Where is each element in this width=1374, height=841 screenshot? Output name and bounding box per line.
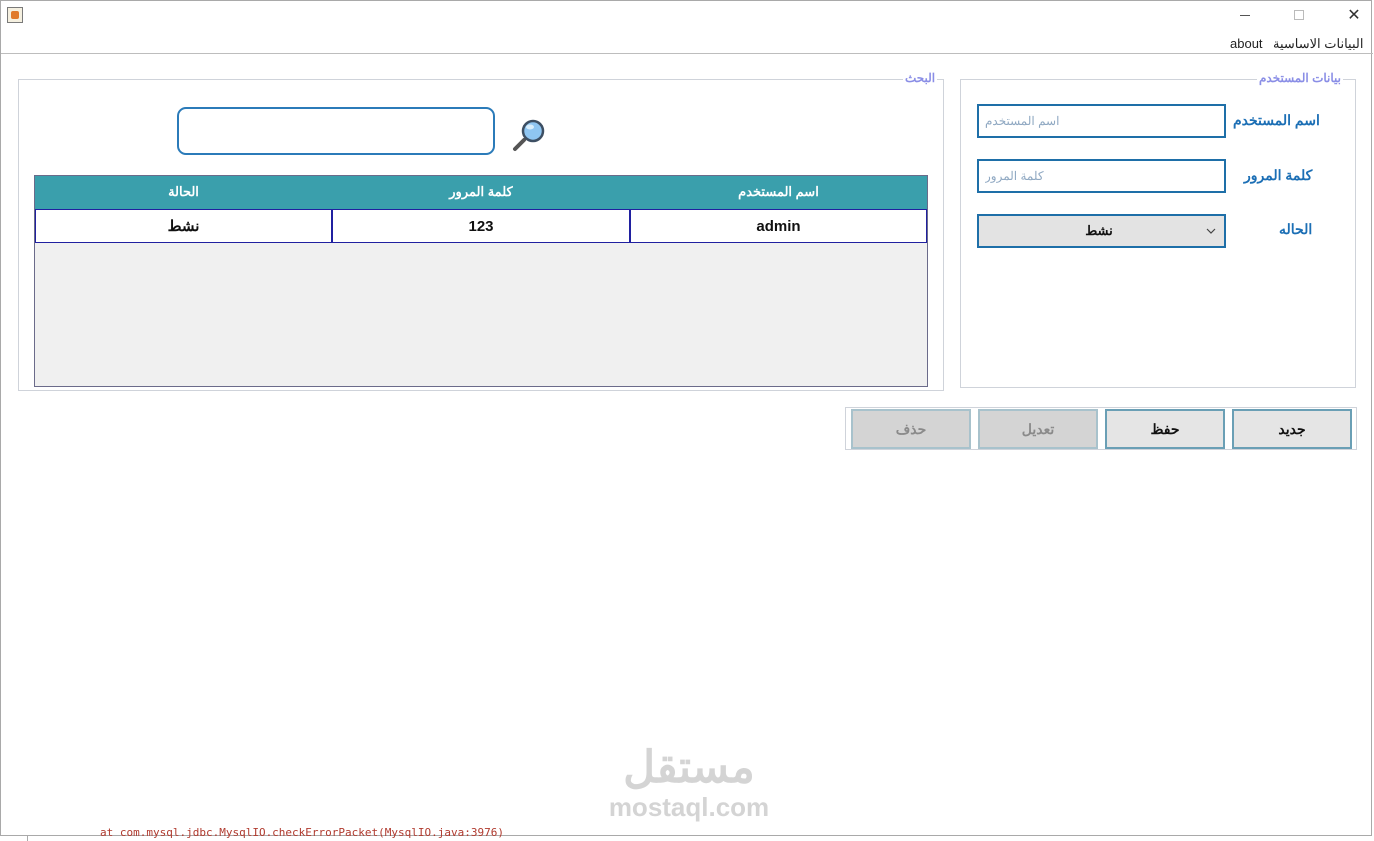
table-row[interactable]: admin 123 نشط	[35, 209, 927, 243]
search-input[interactable]	[177, 107, 495, 155]
column-header-username[interactable]: اسم المستخدم	[630, 176, 927, 209]
search-panel-title: البحث	[903, 71, 938, 85]
watermark-arabic: مستقل	[623, 743, 755, 792]
users-table[interactable]: اسم المستخدم كلمة المرور الحالة admin 12…	[34, 175, 928, 387]
edit-button[interactable]: تعديل	[978, 409, 1098, 449]
search-panel: البحث اسم المستخدم كلمة المرور الحالة ad…	[18, 71, 944, 391]
table-header: اسم المستخدم كلمة المرور الحالة	[35, 176, 927, 209]
cell-username[interactable]: admin	[630, 209, 927, 243]
console-output-line: at com.mysql.jdbc.MysqlIO.checkErrorPack…	[100, 826, 504, 839]
menu-bar: about البيانات الاساسية	[1, 33, 1373, 54]
menu-about[interactable]: about	[1230, 36, 1263, 51]
search-icon[interactable]	[512, 118, 546, 152]
save-button[interactable]: حفظ	[1105, 409, 1225, 449]
user-panel-title: بيانات المستخدم	[1257, 71, 1343, 85]
action-buttons-bar: جديد حفظ تعديل حذف	[845, 407, 1357, 450]
maximize-button[interactable]	[1291, 7, 1307, 23]
java-app-icon	[7, 7, 23, 23]
status-select[interactable]: نشط	[977, 214, 1226, 248]
password-field[interactable]	[977, 159, 1226, 193]
mostaql-watermark: مستقل mostaql.com	[604, 743, 774, 828]
column-header-status[interactable]: الحالة	[35, 176, 332, 209]
app-window: ✕ about البيانات الاساسية البحث اسم المس…	[0, 0, 1373, 836]
close-icon[interactable]: ✕	[1346, 7, 1362, 23]
username-field[interactable]	[977, 104, 1226, 138]
new-button[interactable]: جديد	[1232, 409, 1352, 449]
title-bar: ✕	[1, 1, 1373, 31]
column-header-password[interactable]: كلمة المرور	[332, 176, 630, 209]
menu-basic-data[interactable]: البيانات الاساسية	[1273, 36, 1363, 52]
background-divider	[27, 836, 28, 841]
chevron-down-icon	[1206, 228, 1216, 234]
user-data-panel: بيانات المستخدم اسم المستخدم كلمة المرور…	[960, 71, 1356, 388]
cell-password[interactable]: 123	[332, 209, 630, 243]
cell-status[interactable]: نشط	[35, 209, 332, 243]
username-label: اسم المستخدم	[1233, 112, 1320, 128]
status-label: الحاله	[1279, 221, 1313, 237]
minimize-button[interactable]	[1237, 7, 1253, 23]
password-label: كلمة المرور	[1244, 167, 1313, 183]
watermark-latin: mostaql.com	[608, 792, 770, 822]
delete-button[interactable]: حذف	[851, 409, 971, 449]
status-selected-value: نشط	[1085, 223, 1113, 238]
